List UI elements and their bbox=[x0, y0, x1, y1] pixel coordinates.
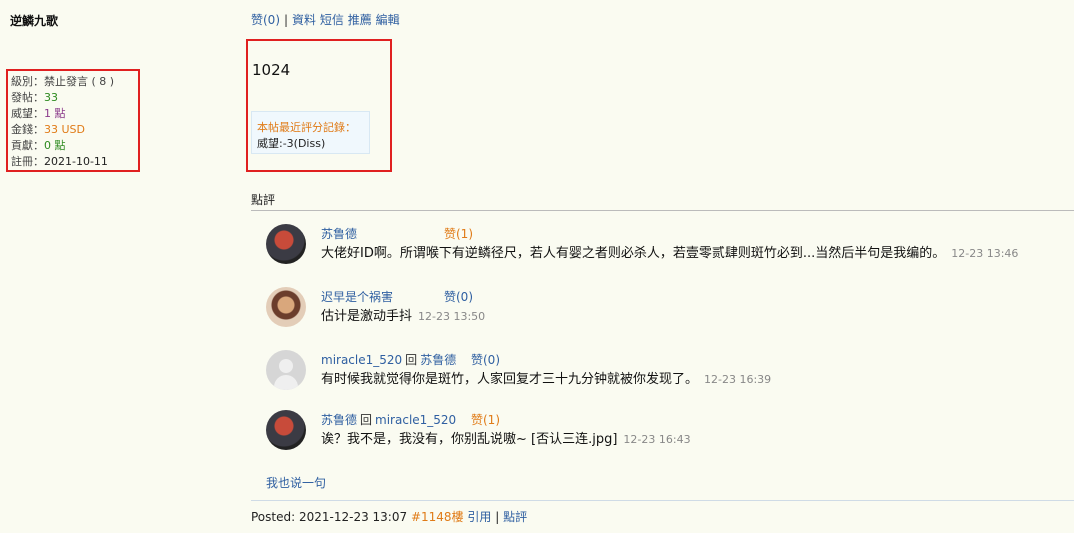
comment-like[interactable]: 赞(1) bbox=[471, 411, 500, 428]
avatar[interactable] bbox=[266, 287, 306, 327]
post-footer: Posted: 2021-12-23 13:07 #1148樓 引用 | 點評 bbox=[251, 508, 527, 525]
reply-word: 回 bbox=[360, 413, 373, 427]
divider bbox=[251, 500, 1074, 501]
username[interactable]: 逆鱗九歌 bbox=[10, 12, 58, 29]
stat-posts: 發帖：33 bbox=[11, 91, 58, 104]
rating-title: 本帖最近評分記錄： bbox=[257, 121, 356, 134]
comment-text: 大佬好ID啊。所谓喉下有逆鳞径尺，若人有婴之者则必杀人，若壹零贰肆则斑竹必到..… bbox=[321, 246, 1019, 261]
comments-title: 點評 bbox=[251, 193, 276, 207]
post-actions: 赞(0) | 資料 短信 推薦 編輯 bbox=[251, 11, 400, 28]
comment-text: 估计是激动手抖 12-23 13:50 bbox=[321, 309, 486, 324]
comment-link[interactable]: 點評 bbox=[503, 510, 527, 524]
reply-to[interactable]: 苏鲁德 bbox=[420, 353, 456, 367]
avatar[interactable] bbox=[266, 410, 306, 450]
like-link[interactable]: 赞(0) bbox=[251, 13, 280, 27]
message-link[interactable]: 短信 bbox=[320, 13, 344, 27]
reply-word: 回 bbox=[405, 353, 418, 367]
comment-author[interactable]: 苏鲁德 bbox=[321, 413, 357, 427]
avatar[interactable] bbox=[266, 350, 306, 390]
separator: | bbox=[284, 13, 289, 27]
rating-line: 威望:-3(Diss) bbox=[257, 137, 326, 150]
comment-like[interactable]: 赞(1) bbox=[444, 225, 473, 242]
comment-time: 12-23 16:39 bbox=[704, 373, 772, 386]
profile-link[interactable]: 資料 bbox=[292, 13, 316, 27]
stat-money: 金錢：33 USD bbox=[11, 123, 85, 136]
recommend-link[interactable]: 推薦 bbox=[348, 13, 372, 27]
posted-time: 2021-12-23 13:07 bbox=[298, 510, 408, 524]
comment-header: 苏鲁德 赞(1) bbox=[321, 225, 473, 242]
posted-label: Posted: bbox=[251, 510, 296, 524]
comment-text: 有时候我就觉得你是斑竹，人家回复才三十九分钟就被你发现了。 12-23 16:39 bbox=[321, 372, 772, 387]
comment-author[interactable]: 苏鲁德 bbox=[321, 227, 357, 241]
quote-link[interactable]: 引用 bbox=[467, 510, 491, 524]
comment-author[interactable]: 迟早是个祸害 bbox=[321, 290, 393, 304]
comment-header: 苏鲁德回 miracle1_520 赞(1) bbox=[321, 411, 500, 428]
comment-like[interactable]: 赞(0) bbox=[444, 288, 473, 305]
comment-like[interactable]: 赞(0) bbox=[471, 351, 500, 368]
comment-text: 诶？我不是，我没有，你别乱说嗷~ [否认三连.jpg] 12-23 16:43 bbox=[321, 432, 691, 447]
separator: | bbox=[495, 510, 500, 524]
edit-link[interactable]: 編輯 bbox=[376, 13, 400, 27]
comment-time: 12-23 13:46 bbox=[951, 247, 1019, 260]
comment-time: 12-23 16:43 bbox=[623, 433, 691, 446]
stat-contribution: 貢獻：0 點 bbox=[11, 139, 66, 152]
comment-header: 迟早是个祸害 赞(0) bbox=[321, 288, 473, 305]
stat-registered: 註冊：2021-10-11 bbox=[11, 155, 108, 168]
avatar[interactable] bbox=[266, 224, 306, 264]
comment-header: miracle1_520 回苏鲁德 赞(0) bbox=[321, 351, 500, 368]
rating-record: 本帖最近評分記錄： 威望:-3(Diss) bbox=[251, 111, 370, 154]
say-something-link[interactable]: 我也说一句 bbox=[266, 474, 326, 491]
comment-author[interactable]: miracle1_520 bbox=[321, 353, 402, 367]
reply-to[interactable]: miracle1_520 bbox=[375, 413, 456, 427]
comment-time: 12-23 13:50 bbox=[418, 310, 486, 323]
post-body: 1024 bbox=[252, 61, 291, 79]
floor-number[interactable]: #1148樓 bbox=[411, 510, 464, 524]
divider bbox=[251, 210, 1074, 211]
stat-level: 級別：禁止發言 ( 8 ) bbox=[11, 75, 115, 88]
stat-prestige: 威望：1 點 bbox=[11, 107, 66, 120]
